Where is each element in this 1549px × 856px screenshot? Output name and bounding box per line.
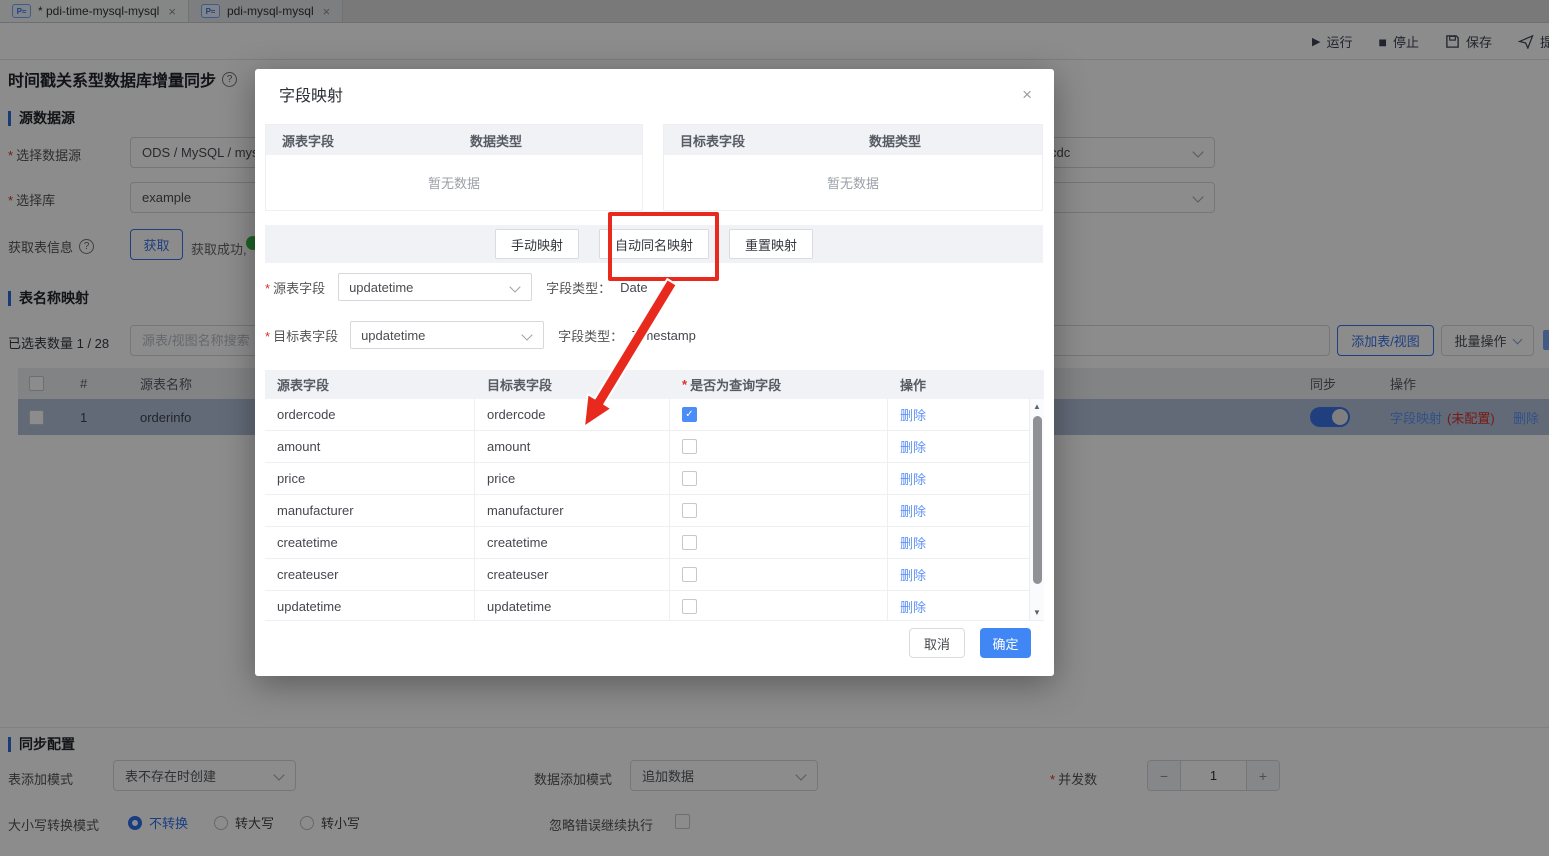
- mapping-source-field: manufacturer: [265, 495, 475, 526]
- query-field-cell: [670, 591, 888, 620]
- action-cell: 删除: [888, 495, 1029, 526]
- query-field-cell: ✓: [670, 399, 888, 430]
- close-icon[interactable]: ×: [1022, 85, 1032, 105]
- query-field-cell: [670, 559, 888, 590]
- delete-link[interactable]: 删除: [900, 437, 926, 456]
- query-field-checkbox[interactable]: [682, 567, 697, 582]
- col-data-type: 数据类型: [869, 133, 922, 149]
- reset-mapping-button[interactable]: 重置映射: [729, 229, 814, 259]
- mapping-target-field: createtime: [475, 527, 670, 558]
- mapping-target-field: updatetime: [475, 591, 670, 620]
- action-cell: 删除: [888, 559, 1029, 590]
- action-cell: 删除: [888, 591, 1029, 620]
- delete-link[interactable]: 删除: [900, 405, 926, 424]
- source-field-label: 源表字段: [273, 280, 326, 296]
- col-query-field: * 是否为查询字段: [682, 377, 782, 393]
- col-data-type: 数据类型: [470, 133, 523, 149]
- mapping-target-field: price: [475, 463, 670, 494]
- action-cell: 删除: [888, 399, 1029, 430]
- query-field-cell: [670, 431, 888, 462]
- action-cell: 删除: [888, 527, 1029, 558]
- action-cell: 删除: [888, 463, 1029, 494]
- col-target-field: 目标表字段: [680, 133, 746, 149]
- source-field-select[interactable]: updatetime: [338, 273, 533, 301]
- manual-mapping-button[interactable]: 手动映射: [494, 229, 579, 259]
- mapping-source-field: ordercode: [265, 399, 475, 430]
- mapping-row: createtime createtime 删除: [265, 527, 1044, 559]
- mapping-source-field: createtime: [265, 527, 475, 558]
- mapping-source-field: price: [265, 463, 475, 494]
- required-marker: *: [265, 328, 271, 344]
- target-field-value: updatetime: [361, 327, 426, 343]
- delete-link[interactable]: 删除: [900, 501, 926, 520]
- delete-link[interactable]: 删除: [900, 565, 926, 584]
- query-field-cell: [670, 527, 888, 558]
- col-source-field: 源表字段: [282, 133, 335, 149]
- scroll-up-icon[interactable]: ▲: [1030, 402, 1044, 411]
- query-field-checkbox[interactable]: [682, 503, 697, 518]
- delete-link[interactable]: 删除: [900, 469, 926, 488]
- chevron-down-icon: [509, 281, 521, 293]
- mapping-row: price price 删除: [265, 463, 1044, 495]
- delete-link[interactable]: 删除: [900, 533, 926, 552]
- query-field-cell: [670, 495, 888, 526]
- required-marker: *: [265, 280, 271, 296]
- mapping-source-field: amount: [265, 431, 475, 462]
- target-field-label: 目标表字段: [273, 328, 339, 344]
- mapping-row: manufacturer manufacturer 删除: [265, 495, 1044, 527]
- empty-state: 暂无数据: [427, 176, 480, 191]
- source-field-value: updatetime: [349, 279, 414, 295]
- query-field-checkbox[interactable]: [682, 535, 697, 550]
- mapping-target-field: manufacturer: [475, 495, 670, 526]
- chevron-down-icon: [521, 329, 533, 341]
- query-field-checkbox[interactable]: [682, 439, 697, 454]
- annotation-arrow: [583, 278, 678, 428]
- target-field-select[interactable]: updatetime: [350, 321, 545, 349]
- col-source-field: 源表字段: [277, 378, 330, 393]
- mapping-source-field: updatetime: [265, 591, 475, 620]
- action-cell: 删除: [888, 431, 1029, 462]
- scrollbar[interactable]: ▲ ▼: [1029, 399, 1044, 620]
- query-field-checkbox[interactable]: [682, 599, 697, 614]
- mapping-target-field: createuser: [475, 559, 670, 590]
- mapping-row: createuser createuser 删除: [265, 559, 1044, 591]
- empty-state: 暂无数据: [826, 176, 879, 191]
- dialog-title: 字段映射: [279, 88, 344, 105]
- scroll-down-icon[interactable]: ▼: [1030, 608, 1044, 617]
- confirm-button[interactable]: 确定: [980, 628, 1031, 658]
- source-fields-table-header: 源表字段 数据类型: [266, 125, 642, 155]
- cancel-button[interactable]: 取消: [909, 628, 965, 658]
- col-action: 操作: [900, 378, 927, 393]
- query-field-cell: [670, 463, 888, 494]
- delete-link[interactable]: 删除: [900, 597, 926, 616]
- mapping-row: updatetime updatetime 删除: [265, 591, 1044, 620]
- source-fields-table: 源表字段 数据类型 暂无数据: [265, 124, 643, 211]
- query-field-checkbox[interactable]: [682, 471, 697, 486]
- mapping-source-field: createuser: [265, 559, 475, 590]
- target-fields-table-header: 目标表字段 数据类型: [664, 125, 1042, 155]
- app-window: P≈ * pdi-time-mysql-mysql × P≈ pdi-mysql…: [0, 0, 1549, 856]
- target-fields-table: 目标表字段 数据类型 暂无数据: [663, 124, 1043, 211]
- scrollbar-thumb[interactable]: [1033, 416, 1042, 584]
